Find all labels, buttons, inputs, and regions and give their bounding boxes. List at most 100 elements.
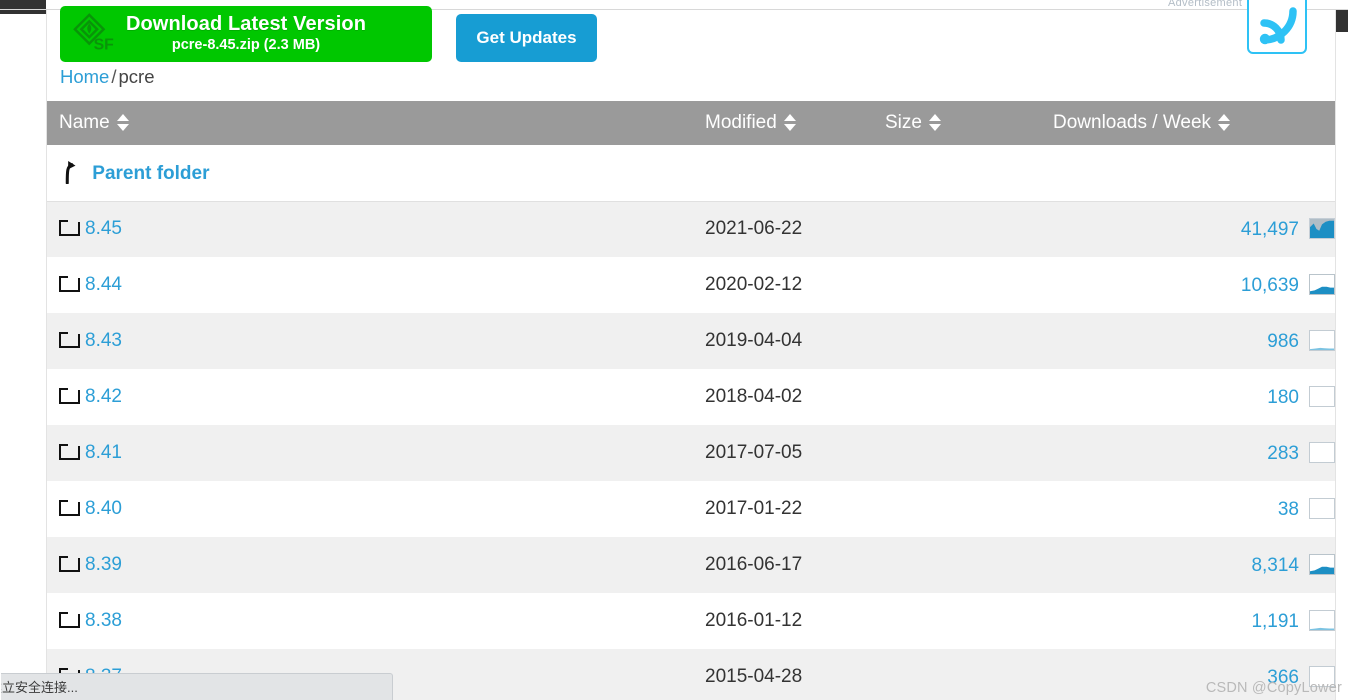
folder-link[interactable]: 8.43 xyxy=(85,330,122,351)
browser-status-text: 建立安全连接... xyxy=(1,680,78,695)
table-row[interactable]: 8.43 2019-04-04 986 xyxy=(47,313,1335,369)
downloads-count-link[interactable]: 8,314 xyxy=(1251,555,1299,576)
download-button-subtitle: pcre-8.45.zip (2.3 MB) xyxy=(171,37,321,54)
downloads-cell: 180 xyxy=(1041,369,1335,425)
folder-link[interactable]: 8.40 xyxy=(85,498,122,519)
browser-status-bar: 建立安全连接... xyxy=(1,673,393,700)
downloads-sparkline[interactable] xyxy=(1309,497,1335,519)
downloads-count-link[interactable]: 41,497 xyxy=(1241,219,1299,240)
size-cell xyxy=(873,537,1041,593)
downloads-count-link[interactable]: 38 xyxy=(1278,499,1299,520)
downloads-cell: 986 xyxy=(1041,313,1335,369)
table-row[interactable]: 8.45 2021-06-22 41,497 xyxy=(47,201,1335,257)
downloads-count-link[interactable]: 10,639 xyxy=(1241,275,1299,296)
modified-date-cell: 2015-04-28 xyxy=(705,666,803,687)
page-root: AdvertisementReport SF Download Latest V… xyxy=(0,0,1348,700)
downloads-sparkline[interactable] xyxy=(1309,273,1335,295)
file-name-cell: 8.40 xyxy=(47,481,693,537)
modified-date-cell: 2019-04-04 xyxy=(705,330,803,351)
column-header-modified[interactable]: Modified xyxy=(693,101,873,145)
rss-feed-icon xyxy=(1259,7,1297,45)
table-row[interactable]: 8.38 2016-01-12 1,191 xyxy=(47,593,1335,649)
parent-folder-cell: Parent folder xyxy=(47,145,1335,201)
size-cell xyxy=(873,201,1041,257)
browser-chrome-right xyxy=(1336,10,1348,32)
downloads-cell: 10,639 xyxy=(1041,257,1335,313)
downloads-count-link[interactable]: 366 xyxy=(1267,667,1299,688)
get-updates-button[interactable]: Get Updates xyxy=(456,14,597,62)
downloads-sparkline[interactable] xyxy=(1309,609,1335,631)
downloads-sparkline[interactable] xyxy=(1309,329,1335,351)
size-cell xyxy=(873,369,1041,425)
size-cell xyxy=(873,425,1041,481)
file-name-cell: 8.42 xyxy=(47,369,693,425)
folder-icon xyxy=(59,556,80,572)
sourceforge-logo-icon: SF xyxy=(73,13,115,53)
table-row[interactable]: 8.42 2018-04-02 180 xyxy=(47,369,1335,425)
folder-icon xyxy=(59,220,80,237)
folder-icon xyxy=(59,332,80,348)
file-name-cell: 8.38 xyxy=(47,593,693,649)
downloads-sparkline[interactable] xyxy=(1309,665,1335,687)
rss-feed-button[interactable] xyxy=(1247,0,1307,54)
modified-date-cell: 2016-06-17 xyxy=(705,554,803,575)
folder-icon xyxy=(59,388,80,404)
downloads-cell: 283 xyxy=(1041,425,1335,481)
folder-link[interactable]: 8.39 xyxy=(85,554,122,575)
download-latest-version-button[interactable]: SF Download Latest Version pcre-8.45.zip… xyxy=(60,6,432,62)
parent-folder-row[interactable]: Parent folder xyxy=(47,145,1335,201)
table-row[interactable]: 8.41 2017-07-05 283 xyxy=(47,425,1335,481)
downloads-count-link[interactable]: 986 xyxy=(1267,331,1299,352)
download-toolbar: SF Download Latest Version pcre-8.45.zip… xyxy=(47,0,1335,62)
folder-icon xyxy=(59,612,80,628)
modified-date-cell: 2018-04-02 xyxy=(705,386,803,407)
folder-link[interactable]: 8.45 xyxy=(85,218,122,239)
downloads-cell: 366 xyxy=(1041,649,1335,700)
size-cell xyxy=(873,481,1041,537)
folder-link[interactable]: 8.44 xyxy=(85,274,122,295)
modified-date-cell: 2020-02-12 xyxy=(705,274,803,295)
downloads-cell: 8,314 xyxy=(1041,537,1335,593)
table-row[interactable]: 8.44 2020-02-12 10,639 xyxy=(47,257,1335,313)
parent-folder-link[interactable]: Parent folder xyxy=(92,163,209,184)
modified-date-cell: 2017-01-22 xyxy=(705,498,803,519)
breadcrumb: Home / pcre xyxy=(60,66,155,88)
file-browser-table: Name Modified Size Downloads / Week Pare… xyxy=(47,101,1335,700)
downloads-sparkline[interactable] xyxy=(1309,217,1335,239)
table-row[interactable]: 8.40 2017-01-22 38 xyxy=(47,481,1335,537)
downloads-sparkline[interactable] xyxy=(1309,441,1335,463)
sort-updown-icon[interactable] xyxy=(1218,114,1231,131)
sort-updown-icon[interactable] xyxy=(116,114,129,131)
breadcrumb-current: pcre xyxy=(118,66,155,87)
downloads-sparkline[interactable] xyxy=(1309,385,1335,407)
folder-link[interactable]: 8.42 xyxy=(85,386,122,407)
downloads-count-link[interactable]: 283 xyxy=(1267,443,1299,464)
column-header-size[interactable]: Size xyxy=(873,101,1041,145)
modified-date-cell: 2021-06-22 xyxy=(705,218,803,240)
downloads-count-link[interactable]: 180 xyxy=(1267,387,1299,408)
svg-text:SF: SF xyxy=(94,36,115,53)
column-header-name[interactable]: Name xyxy=(47,101,693,145)
column-header-modified-label: Modified xyxy=(705,112,777,133)
sort-updown-icon[interactable] xyxy=(783,114,796,131)
breadcrumb-home-link[interactable]: Home xyxy=(60,66,109,87)
folder-icon xyxy=(59,444,80,460)
downloads-cell: 41,497 xyxy=(1041,201,1335,257)
size-cell xyxy=(873,593,1041,649)
column-header-name-label: Name xyxy=(59,112,110,133)
size-cell xyxy=(873,257,1041,313)
column-header-downloads[interactable]: Downloads / Week xyxy=(1041,101,1335,145)
modified-date-cell: 2016-01-12 xyxy=(705,610,803,631)
breadcrumb-separator: / xyxy=(111,66,117,87)
folder-link[interactable]: 8.38 xyxy=(85,610,122,631)
up-arrow-icon xyxy=(65,161,76,185)
downloads-sparkline[interactable] xyxy=(1309,553,1335,575)
downloads-count-link[interactable]: 1,191 xyxy=(1251,611,1299,632)
table-body: Parent folder 8.45 2021-06-22 41,497 8.44 20… xyxy=(47,145,1335,700)
page-content: SF Download Latest Version pcre-8.45.zip… xyxy=(1,0,1336,700)
table-row[interactable]: 8.39 2016-06-17 8,314 xyxy=(47,537,1335,593)
file-name-cell: 8.44 xyxy=(47,257,693,313)
sort-updown-icon[interactable] xyxy=(928,114,941,131)
folder-link[interactable]: 8.41 xyxy=(85,442,122,463)
downloads-cell: 38 xyxy=(1041,481,1335,537)
